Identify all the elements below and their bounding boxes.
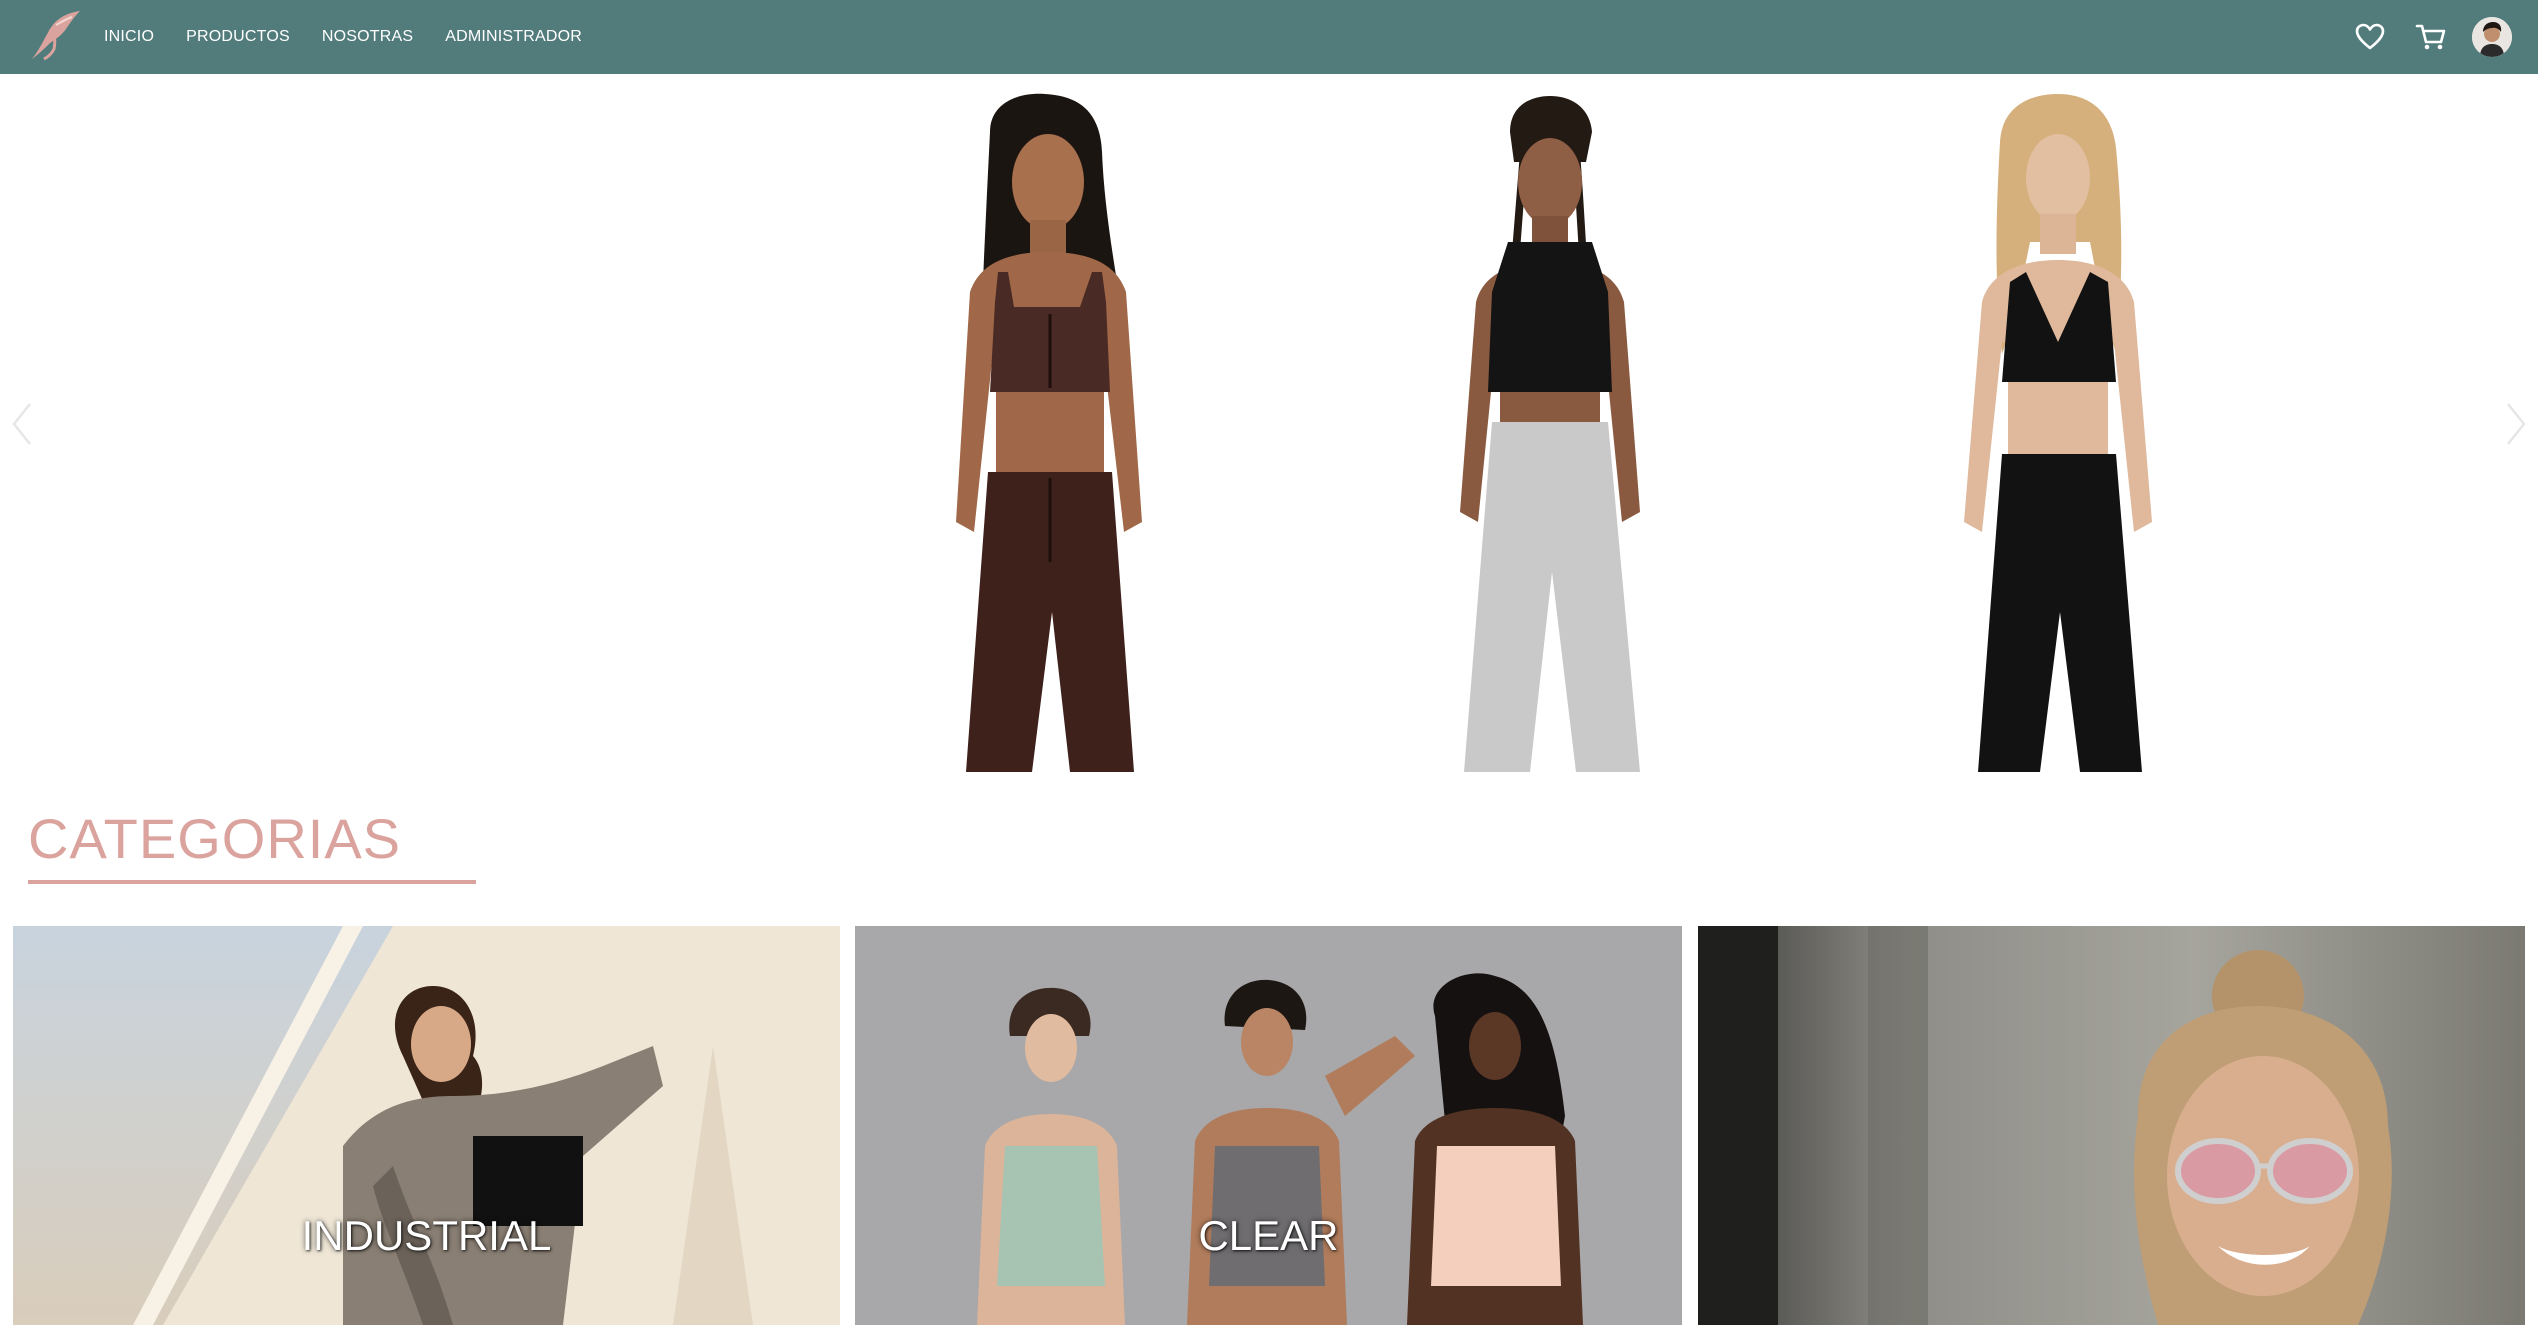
category-card-industrial[interactable]: INDUSTRIAL <box>13 926 840 1325</box>
category-image-3 <box>1698 926 2525 1325</box>
carousel-next-button[interactable] <box>2496 394 2536 454</box>
cart-button[interactable] <box>2409 15 2453 59</box>
cart-icon <box>2415 24 2446 50</box>
user-avatar[interactable] <box>2472 17 2512 57</box>
carousel-slide-1[interactable] <box>880 92 1220 772</box>
carousel-slide-3[interactable] <box>1890 92 2230 772</box>
carousel-slide-2[interactable] <box>1380 92 1720 772</box>
heart-icon <box>2355 23 2385 50</box>
categories-underline <box>28 880 476 884</box>
chevron-right-icon <box>2507 403 2526 445</box>
product-carousel <box>0 74 2538 774</box>
nav-icons <box>2331 0 2512 74</box>
favorites-button[interactable] <box>2348 15 2392 59</box>
chevron-left-icon <box>12 403 31 445</box>
nav-link-productos[interactable]: PRODUCTOS <box>186 28 290 46</box>
category-image-industrial <box>13 926 840 1325</box>
brand-logo[interactable] <box>26 9 84 63</box>
nav-link-inicio[interactable]: INICIO <box>104 28 154 46</box>
nav-link-administrador[interactable]: ADMINISTRADOR <box>445 28 582 46</box>
category-label-industrial: INDUSTRIAL <box>301 1212 552 1259</box>
main-nav: INICIO PRODUCTOS NOSOTRAS ADMINISTRADOR <box>104 0 614 74</box>
category-image-clear <box>855 926 1682 1325</box>
carousel-prev-button[interactable] <box>2 394 42 454</box>
nav-link-nosotras[interactable]: NOSOTRAS <box>322 28 413 46</box>
navbar: INICIO PRODUCTOS NOSOTRAS ADMINISTRADOR <box>0 0 2538 74</box>
categories-title: CATEGORIAS <box>28 807 402 870</box>
category-label-clear: CLEAR <box>1198 1212 1339 1259</box>
category-card-clear[interactable]: CLEAR <box>855 926 1682 1325</box>
category-card-3[interactable] <box>1698 926 2525 1325</box>
